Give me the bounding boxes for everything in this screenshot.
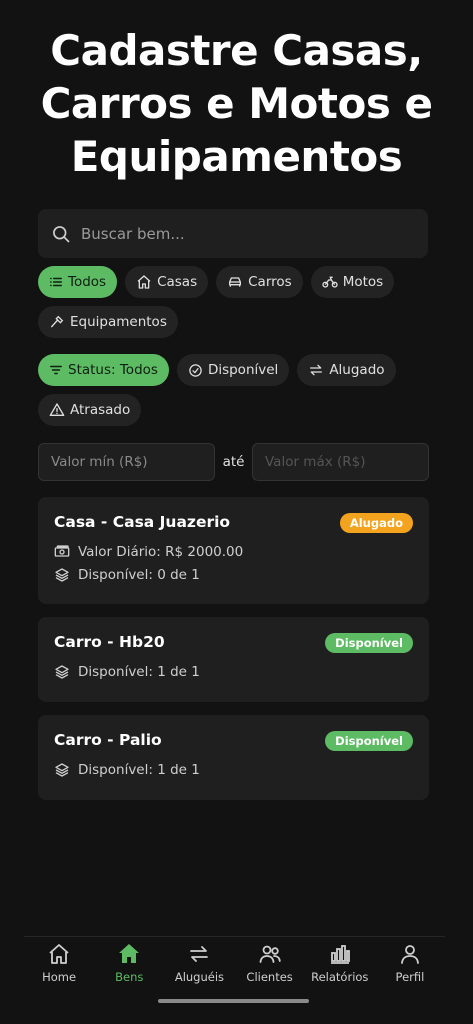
item-card-palio[interactable]: Carro - Palio Disponível Disponível: 1 d… <box>38 715 429 800</box>
layers-icon <box>55 665 69 679</box>
search-bar[interactable] <box>38 209 428 258</box>
item-title: Carro - Hb20 <box>54 633 165 651</box>
status-chip-atrasado[interactable]: Atrasado <box>38 394 142 426</box>
category-chip-casas[interactable]: Casas <box>125 266 209 298</box>
search-icon <box>53 225 70 242</box>
hammer-icon <box>51 315 64 328</box>
nav-relatorios[interactable]: Relatórios <box>305 937 375 997</box>
item-card-hb20[interactable]: Carro - Hb20 Disponível Disponível: 1 de… <box>38 617 429 702</box>
nav-clientes[interactable]: Clientes <box>235 937 305 997</box>
item-availability: Disponível: 1 de 1 <box>54 762 200 778</box>
range-separator: até <box>222 454 245 470</box>
swap-icon <box>310 364 323 376</box>
nav-perfil[interactable]: Perfil <box>375 937 445 997</box>
nav-bens[interactable]: Bens <box>94 937 164 997</box>
bottom-nav: Home Bens Aluguéis Clientes Relatórios P… <box>24 936 445 997</box>
filter-icon <box>50 365 62 375</box>
item-title: Casa - Casa Juazerio <box>54 513 231 531</box>
warning-icon <box>49 403 65 416</box>
status-chip-disponivel[interactable]: Disponível <box>176 354 290 386</box>
car-icon <box>229 277 242 287</box>
home-filled-icon <box>119 944 140 963</box>
category-chip-equipamentos[interactable]: Equipamentos <box>38 306 178 338</box>
chip-label: Status: Todos <box>68 362 158 378</box>
item-card-casa-juazerio[interactable]: Casa - Casa Juazerio Alugado Valor Diári… <box>38 497 429 604</box>
min-price-input[interactable] <box>38 443 215 481</box>
house-icon <box>137 275 151 289</box>
nav-alugueis[interactable]: Aluguéis <box>164 937 234 997</box>
price-range: até <box>38 443 429 481</box>
chip-label: Disponível <box>207 362 279 378</box>
item-availability: Disponível: 1 de 1 <box>54 664 200 680</box>
page-title: Cadastre Casas, Carros e Motos e Equipam… <box>40 26 433 181</box>
chip-label: Equipamentos <box>70 314 167 330</box>
chip-label: Atrasado <box>70 402 131 418</box>
person-icon <box>401 945 419 964</box>
bar-chart-icon <box>330 945 350 964</box>
users-icon <box>259 945 281 963</box>
item-title: Carro - Palio <box>54 731 162 749</box>
status-chip-todos[interactable]: Status: Todos <box>38 354 169 386</box>
home-indicator[interactable] <box>158 999 309 1003</box>
motorcycle-icon <box>322 276 338 288</box>
chip-label: Carros <box>248 274 292 290</box>
category-filters: Todos Casas Carros Motos <box>38 266 395 298</box>
category-chip-todos[interactable]: Todos <box>38 266 118 298</box>
check-circle-icon <box>189 363 202 377</box>
status-filters: Status: Todos Disponível Alugado <box>38 354 396 386</box>
home-icon <box>49 944 69 964</box>
layers-icon <box>55 763 69 777</box>
category-filters-row2: Equipamentos <box>38 306 178 338</box>
chip-label: Todos <box>68 274 107 290</box>
chip-label: Motos <box>342 274 384 290</box>
swap-icon <box>190 946 209 962</box>
item-daily-value: Valor Diário: R$ 2000.00 <box>54 544 243 560</box>
status-filters-row2: Atrasado <box>38 394 142 426</box>
status-badge: Alugado <box>339 513 413 533</box>
chip-label: Casas <box>157 274 198 290</box>
category-chip-motos[interactable]: Motos <box>310 266 395 298</box>
item-availability: Disponível: 0 de 1 <box>54 567 200 583</box>
nav-home[interactable]: Home <box>24 937 94 997</box>
max-price-input[interactable] <box>252 443 429 481</box>
status-badge: Disponível <box>325 731 413 751</box>
category-chip-carros[interactable]: Carros <box>216 266 303 298</box>
status-badge: Disponível <box>325 633 413 653</box>
list-icon <box>50 277 62 287</box>
layers-icon <box>55 568 69 582</box>
chip-label: Alugado <box>329 362 385 378</box>
search-input[interactable] <box>79 223 403 244</box>
status-chip-alugado[interactable]: Alugado <box>297 354 396 386</box>
cash-icon <box>54 545 70 557</box>
